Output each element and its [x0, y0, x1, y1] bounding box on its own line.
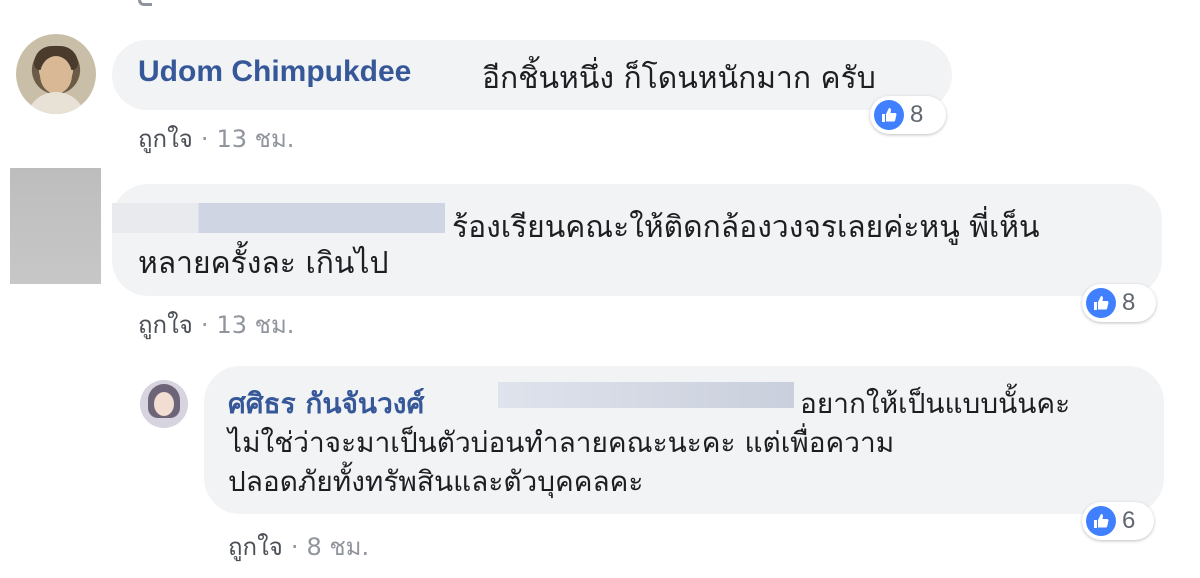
- like-button[interactable]: ถูกใจ: [138, 125, 193, 153]
- like-button[interactable]: ถูกใจ: [228, 533, 283, 561]
- redacted-mention[interactable]: [498, 382, 794, 408]
- redacted-author-name[interactable]: [112, 203, 445, 233]
- separator-dot: ·: [290, 533, 299, 561]
- reaction-count: 8: [1122, 289, 1136, 316]
- comment-text-line: ไม่ใช่ว่าจะมาเป็นตัวบ่อนทำลายคณะนะคะ แต่…: [228, 426, 895, 459]
- comment-text-line: ร้องเรียนคณะให้ติดกล้องวงจรเลยค่ะหนู พี่…: [452, 210, 1040, 245]
- avatar[interactable]: [140, 380, 188, 428]
- reaction-count-badge[interactable]: 8: [870, 96, 946, 134]
- separator-dot: ·: [200, 125, 209, 153]
- like-thumbs-up-icon: [874, 100, 904, 130]
- comment-timestamp[interactable]: 13 ชม.: [216, 125, 294, 153]
- comment-text-line: อยากให้เป็นแบบนั้นคะ: [800, 387, 1071, 420]
- avatar-face: [40, 56, 72, 94]
- comment-author-link[interactable]: Udom Chimpukdee: [138, 55, 411, 89]
- avatar[interactable]: [16, 34, 96, 114]
- comment-text: อีกชิ้นหนึ่ง ก็โดนหนักมาก ครับ: [482, 61, 876, 96]
- comment-timestamp[interactable]: 8 ชม.: [306, 533, 369, 561]
- comment-meta: ถูกใจ · 13 ชม.: [138, 119, 294, 158]
- comment-text-line: ปลอดภัยทั้งทรัพสินและตัวบุคคลคะ: [228, 465, 644, 498]
- reaction-count-badge[interactable]: 6: [1082, 502, 1154, 540]
- like-thumbs-up-icon: [1086, 506, 1116, 536]
- comment-meta: ถูกใจ · 13 ชม.: [138, 305, 294, 344]
- avatar-redacted[interactable]: [10, 168, 101, 284]
- like-button[interactable]: ถูกใจ: [138, 311, 193, 339]
- reply-connector-icon: [138, 0, 152, 6]
- reaction-count: 8: [910, 101, 924, 128]
- comment-meta: ถูกใจ · 8 ชม.: [228, 527, 369, 566]
- like-thumbs-up-icon: [1086, 288, 1116, 318]
- comment-timestamp[interactable]: 13 ชม.: [216, 311, 294, 339]
- reaction-count-badge[interactable]: 8: [1082, 284, 1156, 322]
- comment-author-link[interactable]: ศศิธร กันจันวงศ์: [228, 382, 424, 426]
- avatar-shirt: [26, 92, 86, 114]
- comment-text-line: หลายครั้งละ เกินไป: [138, 246, 389, 281]
- avatar-face: [154, 392, 174, 416]
- separator-dot: ·: [200, 311, 209, 339]
- reaction-count: 6: [1122, 507, 1136, 534]
